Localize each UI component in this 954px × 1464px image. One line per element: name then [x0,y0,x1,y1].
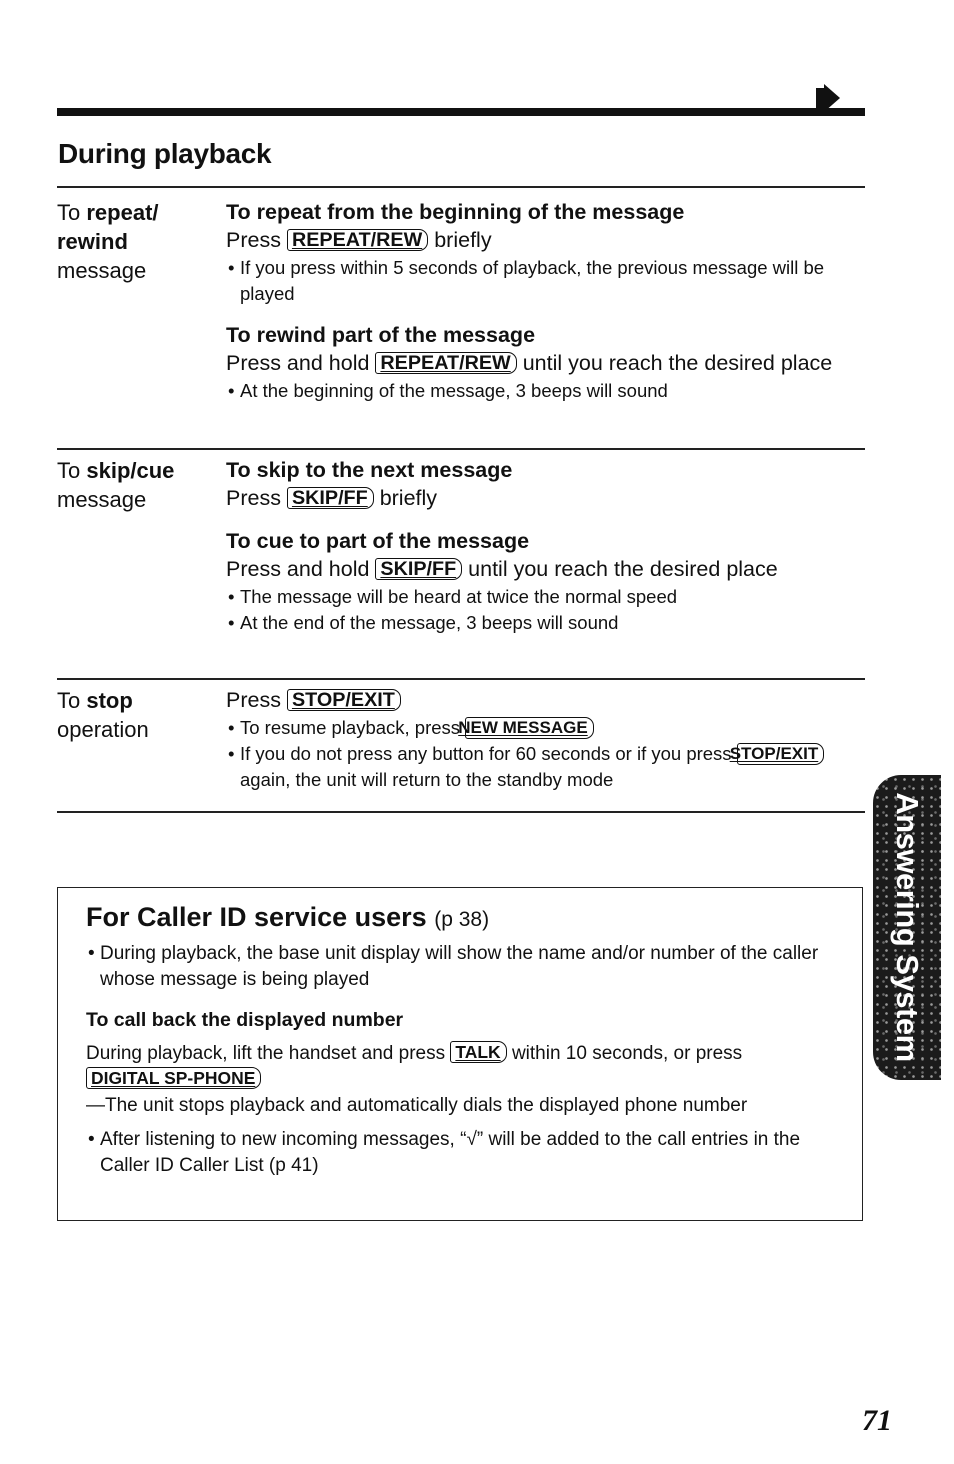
skip-ff-key: SKIP/FF [286,487,374,509]
bullet-icon: • [228,717,235,738]
talk-key: TALK [450,1041,507,1063]
bullet-icon: • [228,743,235,764]
stop-exit-key: STOP/EXIT [286,689,401,711]
note: • At the beginning of the message, 3 beep… [226,378,866,404]
divider [57,678,865,680]
result-note: —The unit stops playback and automatical… [86,1095,748,1116]
instruction: During playback, lift the handset and pr… [86,1041,743,1089]
row-label: To stop operation [57,688,149,742]
repeat-rew-key: REPEAT/REW [286,229,429,251]
subheading: To call back the displayed number [86,1009,404,1031]
section-tab: Answering System [873,775,941,1080]
divider [57,186,865,188]
row-content: To skip to the next message Press SKIP/F… [226,456,866,636]
row-label: To skip/cue message [57,458,175,512]
note: • During playback, the base unit display … [88,943,819,990]
subheading: To skip to the next message [226,458,513,482]
note: • If you do not press any button for 60 s… [226,741,866,793]
note: • If you press within 5 seconds of playba… [228,257,825,304]
divider [57,811,865,813]
subheading: To rewind part of the message [226,323,536,347]
section-title: During playback [58,138,272,169]
callerid-box: For Caller ID service users (p 38) • Duri… [57,887,863,1221]
note: • The message will be heard at twice the … [226,584,866,610]
row-label: To repeat/rewind message [57,200,159,283]
row-content: Press STOP/EXIT • To resume playback, pre… [226,686,866,793]
note: • To resume playback, press NEW MESSAGE [226,715,866,741]
bullet-icon: • [228,612,235,633]
skip-ff-key: SKIP/FF [375,558,463,580]
digital-sp-phone-key: DIGITAL SP-PHONE [86,1067,262,1089]
bullet-icon: • [88,943,95,964]
page-ref: (p 38) [434,908,490,931]
note: • At the end of the message, 3 beeps will… [226,610,866,636]
bullet-icon: • [228,586,235,607]
header-rule [57,108,865,116]
instruction: Press STOP/EXIT [226,686,866,715]
box-title: For Caller ID service users (p 38) [86,902,490,932]
section-tab-label: Answering System [890,792,925,1062]
instruction: Press and hold SKIP/FF until you reach t… [226,557,778,581]
repeat-rew-key: REPEAT/REW [375,352,517,374]
page-number: 71 [862,1404,892,1437]
divider [57,448,865,450]
bullet-icon: • [228,257,235,278]
subheading: To repeat from the beginning of the mess… [226,200,685,224]
instruction: Press REPEAT/REW briefly [226,228,492,252]
instruction: Press and hold REPEAT/REW until you reac… [226,351,833,375]
bullet-icon: • [88,1129,95,1150]
instruction: Press SKIP/FF briefly [226,486,438,510]
subheading: To cue to part of the message [226,529,530,553]
row-label-bold: stop [86,688,133,713]
row-label-bold: skip/cue [86,458,175,483]
new-message-key: NEW MESSAGE [458,717,594,739]
stop-exit-key: STOP/EXIT [730,743,825,765]
row-content: To repeat from the beginning of the mess… [226,198,866,404]
bullet-icon: • [228,380,235,401]
note: • After listening to new incoming message… [88,1129,801,1176]
